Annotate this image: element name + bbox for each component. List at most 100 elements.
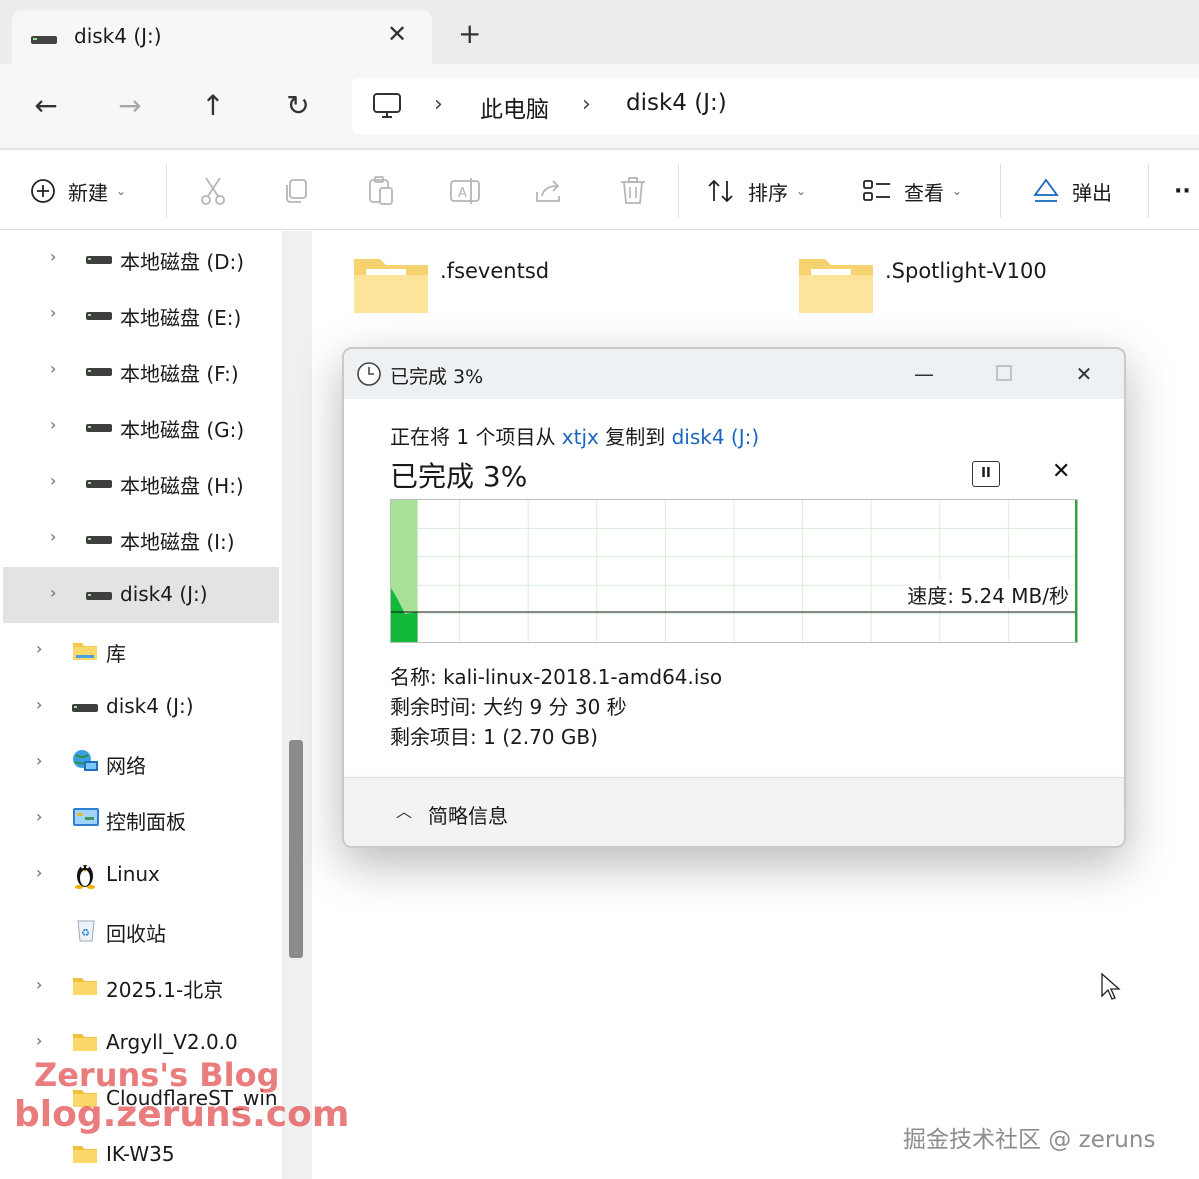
divider — [166, 164, 167, 218]
breadcrumb-disk4[interactable]: disk4 (J:) — [626, 90, 727, 116]
sidebar-item-label: 库 — [106, 642, 126, 666]
tab-bar: disk4 (J:) ✕ + — [0, 0, 1199, 66]
sidebar-item-label: 本地磁盘 (F:) — [120, 362, 239, 386]
forward-button[interactable]: → — [110, 88, 150, 124]
this-pc-icon — [373, 93, 401, 118]
breadcrumb-this-pc[interactable]: 此电脑 — [480, 90, 549, 124]
sidebar-item-drive-e[interactable]: › 本地磁盘 (E:) — [0, 287, 282, 343]
sidebar-item-linux[interactable]: › Linux — [0, 847, 282, 903]
svg-text:A: A — [458, 186, 467, 201]
copy-prefix-text: 正在将 1 个项目从 — [390, 425, 562, 449]
sidebar-scrollbar-track[interactable] — [282, 231, 312, 1179]
sidebar-item-disk4[interactable]: › disk4 (J:) — [0, 679, 282, 735]
tab-close-button[interactable]: ✕ — [382, 20, 412, 48]
chevron-right-icon[interactable]: › — [50, 359, 56, 378]
sidebar-item-drive-i[interactable]: › 本地磁盘 (I:) — [0, 511, 282, 567]
sidebar-item-label: 本地磁盘 (H:) — [120, 474, 244, 498]
watermark-blog-url: blog.zeruns.com — [14, 1094, 350, 1135]
chevron-right-icon[interactable]: › — [36, 639, 42, 658]
tab-disk4[interactable]: disk4 (J:) ✕ — [12, 10, 432, 66]
chevron-right-icon[interactable]: › — [50, 415, 56, 434]
dialog-close-button[interactable]: ✕ — [1064, 359, 1104, 389]
chevron-right-icon[interactable]: › — [50, 527, 56, 546]
eject-icon — [1033, 178, 1059, 202]
refresh-button[interactable]: ↻ — [278, 88, 318, 124]
file-name: .fseventsd — [440, 259, 550, 283]
chevron-right-icon[interactable]: › — [50, 247, 56, 266]
sidebar-item-label: 本地磁盘 (D:) — [120, 250, 245, 274]
address-bar[interactable]: › 此电脑 › disk4 (J:) — [352, 78, 1199, 134]
sidebar-item-folder-beijing[interactable]: › 2025.1-北京 — [0, 959, 282, 1015]
drive-icon — [86, 424, 112, 432]
sidebar-item-drive-d[interactable]: › 本地磁盘 (D:) — [0, 231, 282, 287]
destination-link[interactable]: disk4 (J:) — [672, 425, 760, 449]
drive-icon — [86, 536, 112, 544]
source-link[interactable]: xtjx — [562, 425, 599, 449]
network-icon — [73, 750, 98, 771]
command-toolbar: 新建 ⌄ A 排序 ⌄ 查看 ⌄ 弹出 ·· — [0, 150, 1199, 230]
new-tab-button[interactable]: + — [458, 20, 481, 48]
pause-button[interactable]: II — [972, 461, 1000, 487]
cut-icon[interactable] — [196, 174, 230, 208]
chevron-right-icon[interactable]: › — [36, 695, 42, 714]
copy-icon[interactable] — [280, 174, 314, 208]
sidebar-scrollbar-thumb[interactable] — [289, 740, 303, 958]
sidebar-item-label: 网络 — [106, 754, 146, 778]
chevron-right-icon[interactable]: › — [36, 863, 42, 882]
chevron-up-icon[interactable]: ︿ — [396, 798, 412, 822]
library-folder-icon — [73, 643, 97, 660]
speed-graph-canvas — [391, 500, 1077, 642]
rename-icon[interactable]: A — [448, 174, 482, 208]
sidebar-item-drive-g[interactable]: › 本地磁盘 (G:) — [0, 399, 282, 455]
sidebar-item-label: 控制面板 — [106, 810, 186, 834]
maximize-icon[interactable] — [984, 363, 1024, 385]
minimize-button[interactable]: — — [904, 359, 944, 389]
folder-icon — [73, 1146, 97, 1163]
cancel-copy-button[interactable]: ✕ — [1052, 459, 1070, 484]
name-value: kali-linux-2018.1-amd64.iso — [443, 665, 723, 689]
chevron-right-icon[interactable]: › — [36, 975, 42, 994]
back-button[interactable]: ← — [26, 88, 66, 124]
sidebar-item-label: 2025.1-北京 — [106, 978, 224, 1002]
name-label: 名称: — [390, 665, 444, 689]
file-item-fseventsd[interactable]: .fseventsd — [352, 253, 612, 323]
share-icon[interactable] — [532, 174, 566, 208]
sort-button[interactable]: 排序 ⌄ — [706, 174, 806, 208]
sidebar-item-label: Linux — [106, 862, 160, 886]
paste-icon[interactable] — [364, 174, 398, 208]
chevron-right-icon[interactable]: › — [50, 303, 56, 322]
sidebar-item-label: 本地磁盘 (E:) — [120, 306, 242, 330]
chevron-right-icon[interactable]: › — [50, 583, 56, 602]
chevron-right-icon[interactable]: › — [36, 751, 42, 770]
sidebar-item-library[interactable]: › 库 — [0, 623, 282, 679]
linux-penguin-icon — [75, 865, 95, 889]
tab-title: disk4 (J:) — [74, 24, 162, 48]
delete-icon[interactable] — [616, 174, 650, 208]
up-button[interactable]: ↑ — [193, 88, 233, 124]
chevron-right-icon[interactable]: › — [36, 1031, 42, 1050]
sidebar-item-network[interactable]: › 网络 — [0, 735, 282, 791]
file-name: .Spotlight-V100 — [885, 259, 1047, 283]
drive-icon — [86, 480, 112, 488]
sidebar-item-disk4-selected[interactable]: › disk4 (J:) — [3, 567, 279, 623]
sidebar-item-drive-f[interactable]: › 本地磁盘 (F:) — [0, 343, 282, 399]
control-panel-icon — [73, 808, 99, 826]
new-button[interactable]: 新建 ⌄ — [30, 174, 126, 208]
more-options-button[interactable]: ·· — [1174, 174, 1191, 208]
chevron-right-icon[interactable]: › — [50, 471, 56, 490]
chevron-down-icon: ⌄ — [116, 184, 127, 198]
sidebar-item-recycle-bin[interactable]: ♻ 回收站 — [0, 903, 282, 959]
fewer-details-button[interactable]: 简略信息 — [428, 800, 508, 829]
view-button[interactable]: 查看 ⌄ — [862, 174, 962, 208]
chevron-right-icon[interactable]: › — [36, 807, 42, 826]
copy-description: 正在将 1 个项目从 xtjx 复制到 disk4 (J:) — [390, 421, 759, 450]
drive-icon — [72, 704, 98, 712]
file-item-spotlight[interactable]: .Spotlight-V100 — [797, 253, 1097, 323]
dialog-title-bar[interactable]: 已完成 3% — ✕ — [344, 349, 1124, 399]
chevron-down-icon: ⌄ — [952, 184, 963, 198]
eject-button[interactable]: 弹出 — [1032, 174, 1112, 208]
sidebar-item-drive-h[interactable]: › 本地磁盘 (H:) — [0, 455, 282, 511]
folder-icon — [73, 1034, 97, 1051]
sidebar-item-control-panel[interactable]: › 控制面板 — [0, 791, 282, 847]
drive-icon — [86, 256, 112, 264]
